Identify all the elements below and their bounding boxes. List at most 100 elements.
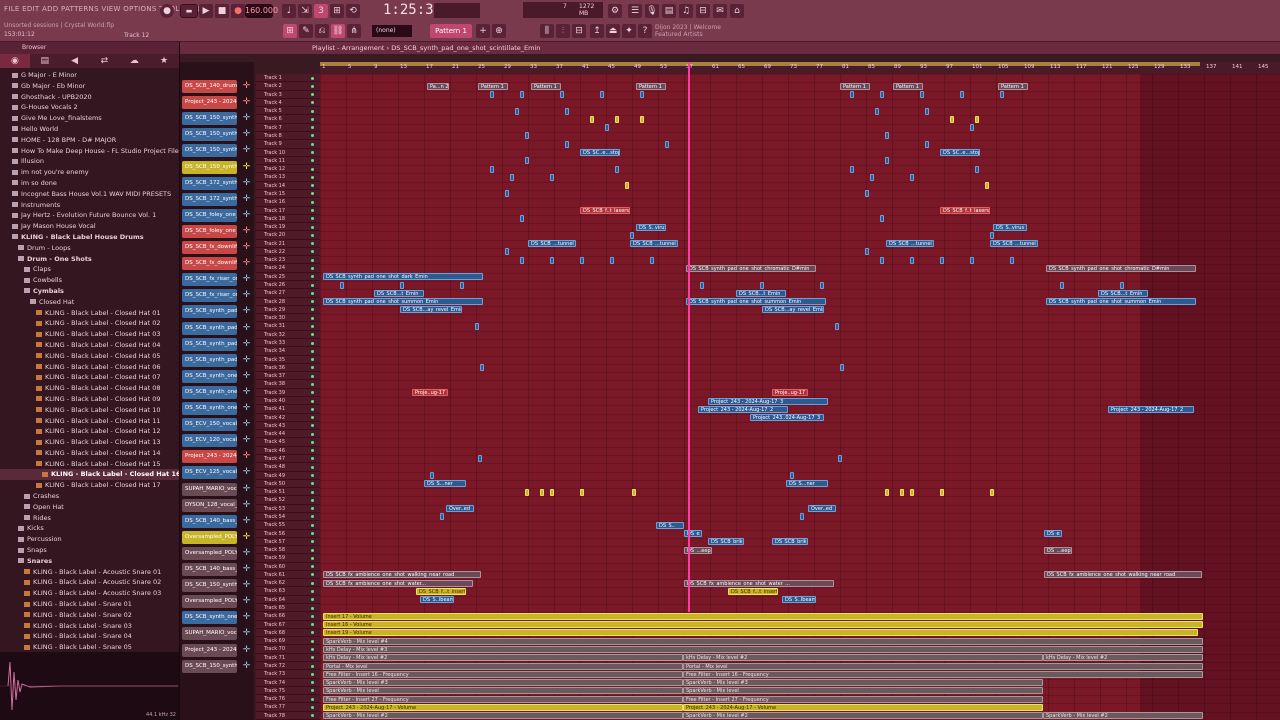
playlist-clip-short[interactable] xyxy=(440,513,444,521)
track-mute-led[interactable] xyxy=(311,391,314,395)
playlist-clip-short[interactable] xyxy=(340,281,344,289)
track-header[interactable]: Track 56 xyxy=(256,530,320,538)
playlist-clip[interactable]: SparkVerb - Mix level #2 xyxy=(683,712,1043,720)
playlist-clip-short[interactable] xyxy=(875,107,879,115)
playlist-clip[interactable]: DS_SCB_brik xyxy=(708,538,744,546)
playlist-clip[interactable]: DS_SCB_synth_pad_one_shot_summon_Emin xyxy=(323,298,483,306)
playlist-clip-short[interactable] xyxy=(790,472,794,480)
track-mute-led[interactable] xyxy=(311,449,314,453)
track-mute-led[interactable] xyxy=(311,465,314,469)
track-mute-led[interactable] xyxy=(311,266,314,270)
playlist-clip[interactable]: DS_S.. xyxy=(656,521,684,529)
playlist-clip-short[interactable] xyxy=(925,140,929,148)
browser-folder[interactable]: Kicks xyxy=(0,523,179,534)
track-mute-led[interactable] xyxy=(311,382,314,386)
playlist-clip-short[interactable] xyxy=(975,165,979,173)
channel-route-icon[interactable]: ✛ xyxy=(241,661,252,672)
track-header[interactable]: Track 7 xyxy=(256,124,320,132)
playlist-clip[interactable]: DS_SCB_f...t_insert xyxy=(416,587,466,595)
track-mute-led[interactable] xyxy=(311,242,314,246)
playlist-clip-short[interactable] xyxy=(700,281,704,289)
track-mute-led[interactable] xyxy=(311,432,314,436)
browser-folder[interactable]: Cowbells xyxy=(0,275,179,286)
pat-song-toggle-icon[interactable]: ● xyxy=(160,4,174,18)
playlist-clip[interactable]: DS_SCB...ay_revel_Emin xyxy=(762,306,824,314)
playlist-clip[interactable]: Insert 17 - Volume xyxy=(323,612,1203,620)
channel-row[interactable]: DS_SCB_synth_pad_... ✛ xyxy=(182,321,252,335)
browser-file[interactable]: KLING - Black Label - Closed Hat 03 xyxy=(0,329,179,340)
channel-row[interactable]: DS_SCB_172_synth_l... ✛ xyxy=(182,192,252,206)
track-mute-led[interactable] xyxy=(311,76,314,80)
channel-name-button[interactable]: DS_SCB_150_synth_l... xyxy=(182,579,237,593)
playlist-clip-short[interactable] xyxy=(838,455,842,463)
playlist-clip-short[interactable] xyxy=(590,115,594,123)
browser-file[interactable]: KLING - Black Label - Closed Hat 16 xyxy=(0,469,179,481)
browser-folder[interactable]: G Major - E Minor xyxy=(0,70,179,81)
browser-folder[interactable]: Open Hat xyxy=(0,502,179,513)
track-mute-led[interactable] xyxy=(311,117,314,121)
track-header[interactable]: Track 29 xyxy=(256,306,320,315)
playlist-clip[interactable]: kHs Delay - Mix level #3 xyxy=(323,645,1203,653)
track-mute-led[interactable] xyxy=(311,349,314,353)
track-header[interactable]: Track 62 xyxy=(256,579,320,588)
channel-name-button[interactable]: Oversampled_POLYC... xyxy=(182,546,237,560)
playlist-clip-short[interactable] xyxy=(665,140,669,148)
track-mute-led[interactable] xyxy=(311,358,314,362)
browser-file[interactable]: KLING - Black Label - Acoustic Snare 02 xyxy=(0,577,179,588)
browser-file[interactable]: KLING - Black Label - Closed Hat 17 xyxy=(0,480,179,491)
channel-name-button[interactable]: DS_SCB_synth_one_... xyxy=(182,369,237,383)
channel-name-button[interactable]: SUPAH_MARIO_vocal... xyxy=(182,627,237,641)
browser-tab[interactable]: ★ xyxy=(149,54,179,68)
track-mute-led[interactable] xyxy=(311,507,314,511)
track-mute-led[interactable] xyxy=(311,333,314,337)
playlist-clip[interactable]: Project_243 - 2024-Aug-17_2 xyxy=(1108,405,1194,413)
track-mute-led[interactable] xyxy=(311,573,314,577)
track-mute-led[interactable] xyxy=(311,109,314,113)
track-mute-led[interactable] xyxy=(311,523,314,527)
playlist-clip[interactable]: Pattern 1 xyxy=(840,82,870,90)
playlist-clip[interactable]: Pattern 1 xyxy=(636,82,666,90)
channel-name-button[interactable]: Oversampled_POLYC... xyxy=(182,530,237,544)
playlist-clip-short[interactable] xyxy=(975,115,979,123)
browser-folder[interactable]: Illusion xyxy=(0,156,179,167)
track-header[interactable]: Track 76 xyxy=(256,695,320,704)
track-mute-led[interactable] xyxy=(311,482,314,486)
channel-row[interactable]: DS_SCB_140_bass_lo... ✛ xyxy=(182,514,252,528)
playlist-clip[interactable]: Free Filter - Insert 27 - Frequency xyxy=(683,695,1043,703)
browser-file[interactable]: KLING - Black Label - Closed Hat 05 xyxy=(0,351,179,362)
playlist-clip-short[interactable] xyxy=(510,173,514,181)
playlist-clip-short[interactable] xyxy=(480,364,484,372)
browser-folder[interactable]: Drum - Loops xyxy=(0,243,179,254)
track-mute-led[interactable] xyxy=(311,167,314,171)
playlist-clip[interactable]: DS_SC..e...stop xyxy=(940,149,980,157)
track-header[interactable]: Track 26 xyxy=(256,281,320,290)
track-header[interactable]: Track 9 xyxy=(256,140,320,149)
channel-route-icon[interactable]: ✛ xyxy=(241,516,252,527)
channel-route-icon[interactable]: ✛ xyxy=(241,242,252,253)
browser-folder[interactable]: KLING - Black Label House Drums xyxy=(0,232,179,243)
track-mute-led[interactable] xyxy=(311,399,314,403)
playlist-clip-short[interactable] xyxy=(925,107,929,115)
track-header[interactable]: Track 51 xyxy=(256,488,320,497)
track-header[interactable]: Track 57 xyxy=(256,538,320,547)
track-mute-led[interactable] xyxy=(311,184,314,188)
track-header[interactable]: Track 48 xyxy=(256,463,320,472)
channel-route-icon[interactable]: ✛ xyxy=(241,194,252,205)
channel-name-button[interactable]: DS_SCB_synth_one_... xyxy=(182,385,237,399)
track-mute-led[interactable] xyxy=(311,639,314,643)
playlist-clip-short[interactable] xyxy=(540,488,544,496)
playlist-clip[interactable]: Project_243 - 2024-Aug-17_2 xyxy=(698,405,788,413)
track-header[interactable]: Track 40 xyxy=(256,397,320,406)
track-header[interactable]: Track 42 xyxy=(256,414,320,422)
playlist-clip[interactable]: Pattern 1 xyxy=(531,82,561,90)
track-header[interactable]: Track 69 xyxy=(256,637,320,646)
track-mute-led[interactable] xyxy=(311,283,314,287)
browser-file[interactable]: KLING - Black Label - Closed Hat 02 xyxy=(0,318,179,329)
channel-route-icon[interactable]: ✛ xyxy=(241,580,252,591)
playlist-clip[interactable]: DS_SCB...ay_revel_Emin xyxy=(400,306,462,314)
playlist-clip-short[interactable] xyxy=(1010,256,1014,264)
channel-row[interactable]: DS_SCB_synth_pad_... ✛ xyxy=(182,353,252,367)
track-mute-led[interactable] xyxy=(311,250,314,254)
channel-row[interactable]: Oversampled_POLYC... ✛ xyxy=(182,530,252,544)
playlist-clip[interactable]: DS_e xyxy=(684,530,702,537)
